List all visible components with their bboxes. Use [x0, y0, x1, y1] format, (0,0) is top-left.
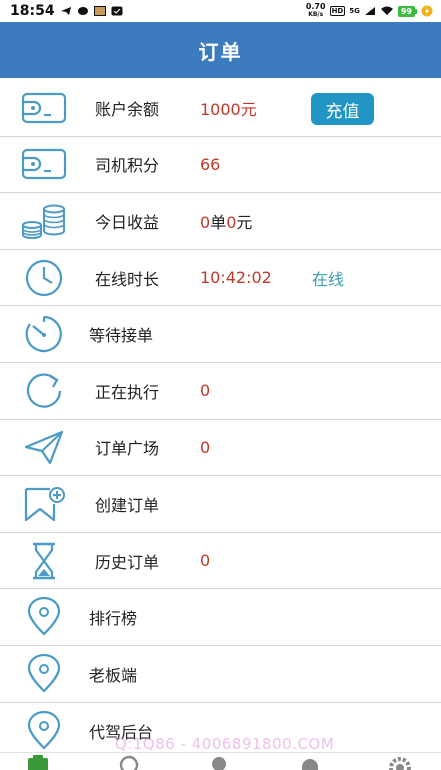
- income-value: 0单0元: [200, 212, 253, 232]
- row-executing[interactable]: 正在执行 0: [0, 363, 441, 420]
- location-pin-icon: [20, 710, 68, 751]
- charging-icon: [421, 5, 433, 17]
- online-status: 在线: [312, 269, 345, 289]
- points-value: 66: [200, 154, 221, 174]
- create-order-label: 创建订单: [95, 495, 160, 515]
- online-duration-label: 在线时长: [95, 269, 160, 289]
- watermark: Q:1Q86 - 4006891800.COM: [115, 735, 335, 753]
- status-bar: 18:54 0.70 KB/s HD 5G 99: [0, 0, 441, 22]
- timer-icon: [20, 314, 68, 354]
- hourglass-icon: [20, 541, 68, 581]
- ranking-label: 排行榜: [89, 609, 138, 629]
- coins-icon: [20, 201, 68, 241]
- row-online-duration: 在线时长 10:42:02 在线: [0, 250, 441, 307]
- row-driver-points: 司机积分 66: [0, 137, 441, 194]
- nav-orders-icon[interactable]: [25, 755, 51, 770]
- bottom-nav: [0, 752, 441, 770]
- row-account-balance: 账户余额 1000元 充值: [0, 80, 441, 137]
- nav-settings-icon[interactable]: [387, 755, 413, 770]
- wallet-icon: [20, 144, 68, 184]
- boss-side-label: 老板端: [89, 665, 138, 685]
- signal-type: 5G: [349, 7, 360, 15]
- balance-value: 1000元: [200, 99, 257, 119]
- online-duration-value: 10:42:02: [200, 268, 272, 288]
- status-time: 18:54: [10, 3, 55, 19]
- nav-notification-icon[interactable]: [297, 755, 323, 770]
- image-notification-icon: [93, 6, 106, 16]
- row-ranking[interactable]: 排行榜: [0, 589, 441, 646]
- executing-count: 0: [200, 381, 211, 401]
- location-pin-icon: [20, 653, 68, 694]
- page-title: 订单: [198, 39, 243, 64]
- row-waiting-orders[interactable]: 等待接单: [0, 306, 441, 363]
- row-order-square[interactable]: 订单广场 0: [0, 420, 441, 477]
- balance-label: 账户余额: [95, 99, 160, 119]
- history-orders-count: 0: [200, 551, 211, 571]
- wallet-icon: [20, 88, 68, 128]
- order-square-count: 0: [200, 437, 211, 457]
- nav-profile-icon[interactable]: [206, 755, 232, 770]
- wifi-icon: [380, 6, 393, 15]
- income-label: 今日收益: [95, 212, 160, 232]
- signal-strength-icon: [364, 7, 375, 15]
- row-boss-side[interactable]: 老板端: [0, 646, 441, 703]
- row-create-order[interactable]: 创建订单: [0, 476, 441, 533]
- chat-notification-icon: [77, 7, 88, 15]
- location-pin-icon: [20, 597, 68, 637]
- hd-badge: HD: [329, 6, 346, 16]
- clock-icon: [20, 258, 68, 298]
- add-bookmark-icon: [20, 484, 68, 524]
- paper-plane-icon: [20, 427, 68, 467]
- order-square-label: 订单广场: [95, 439, 160, 459]
- network-speed: 0.70 KB/s: [305, 2, 326, 19]
- points-label: 司机积分: [95, 156, 160, 176]
- row-today-income: 今日收益 0单0元: [0, 193, 441, 250]
- app-header: 订单: [0, 22, 441, 78]
- executing-label: 正在执行: [95, 382, 160, 402]
- refresh-icon: [20, 371, 68, 411]
- history-orders-label: 历史订单: [95, 552, 160, 572]
- waiting-orders-label: 等待接单: [89, 326, 154, 346]
- order-menu-list: 账户余额 1000元 充值 司机积分 66 今日收益 0单0元 在线时长 10:…: [0, 80, 441, 759]
- message-notification-icon: [111, 6, 123, 16]
- row-history-orders[interactable]: 历史订单 0: [0, 533, 441, 590]
- nav-location-icon[interactable]: [116, 755, 142, 770]
- recharge-button[interactable]: 充值: [311, 93, 374, 125]
- telegram-notification-icon: [60, 7, 71, 15]
- battery-indicator: 99: [397, 5, 417, 17]
